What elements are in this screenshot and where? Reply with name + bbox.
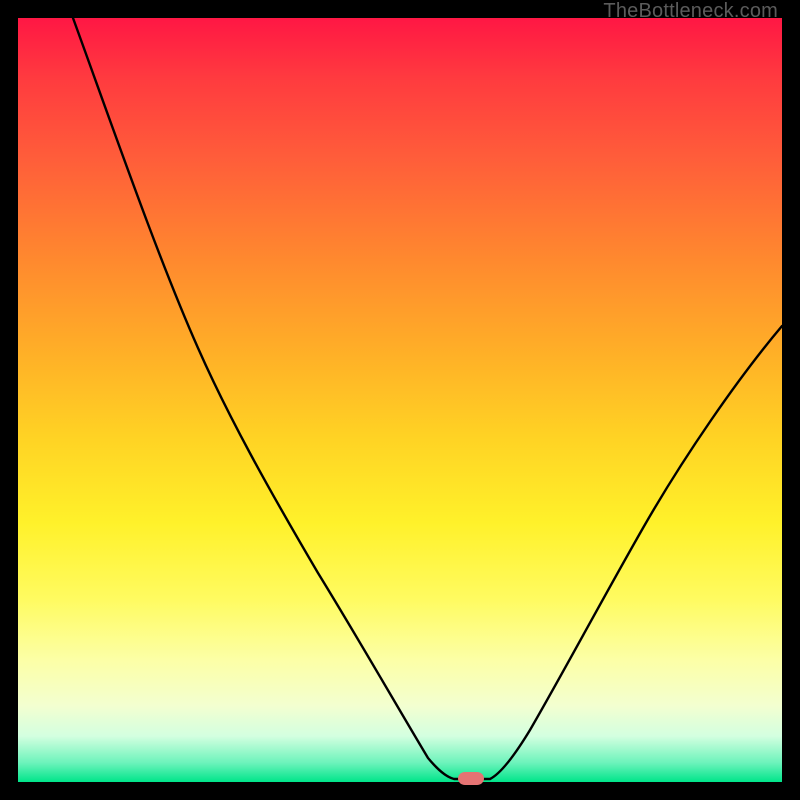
minimum-marker — [458, 772, 484, 785]
chart-svg — [18, 18, 782, 782]
plot-area — [18, 18, 782, 782]
bottleneck-curve — [73, 18, 782, 779]
chart-frame: TheBottleneck.com — [0, 0, 800, 800]
